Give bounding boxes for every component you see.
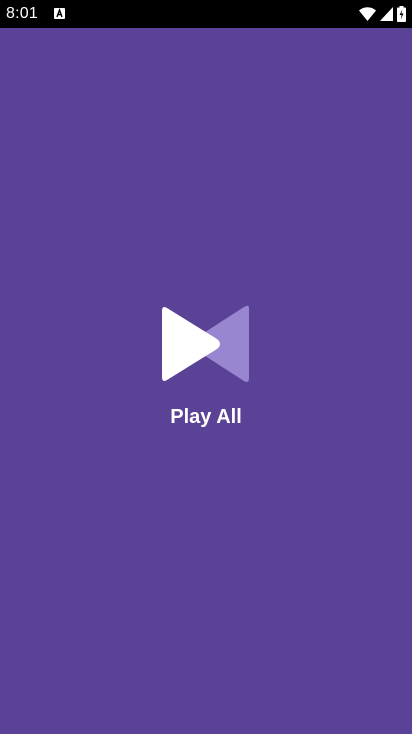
status-time: 8:01 (6, 5, 38, 22)
status-icons (359, 6, 406, 22)
play-logo-icon (162, 305, 249, 382)
wifi-icon (359, 7, 376, 21)
splash-area: Play All (0, 28, 412, 734)
a-notification-icon (54, 8, 65, 19)
battery-icon (397, 6, 406, 22)
app-screen: 8:01 Play All (0, 0, 412, 734)
play-all-label: Play All (170, 406, 242, 428)
cell-signal-icon (380, 7, 393, 21)
status-bar: 8:01 (0, 0, 412, 28)
